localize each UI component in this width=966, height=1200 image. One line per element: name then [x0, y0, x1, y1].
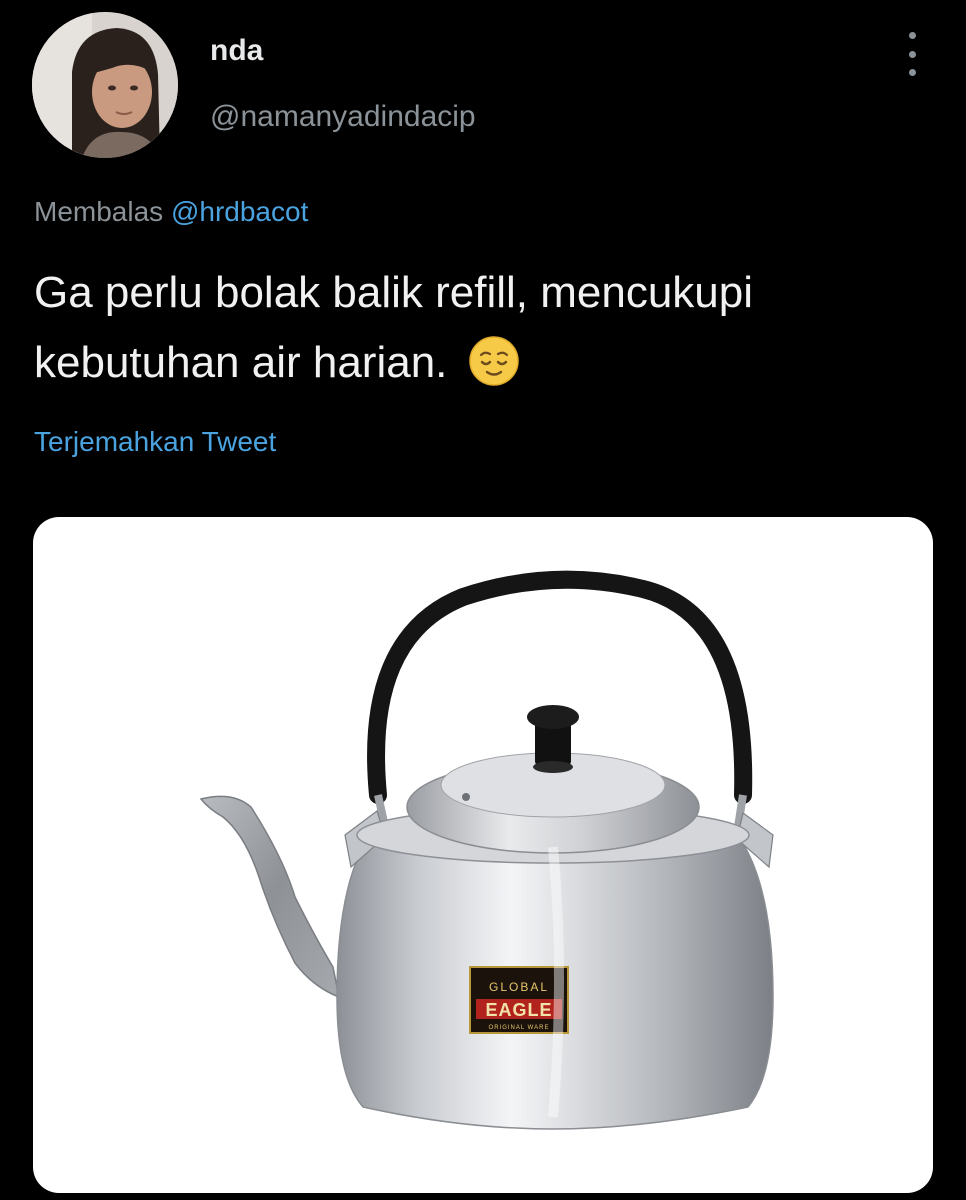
- display-name[interactable]: nda: [210, 34, 263, 68]
- translate-tweet-link[interactable]: Terjemahkan Tweet: [34, 426, 276, 458]
- more-dot-icon: [908, 69, 916, 76]
- more-dot-icon: [908, 50, 916, 58]
- tweet-body: Ga perlu bolak balik refill, mencukupi k…: [34, 258, 934, 398]
- avatar-photo: [32, 12, 178, 158]
- tweet-media-image[interactable]: GLOBAL EAGLE ORIGINAL WARE: [33, 517, 933, 1193]
- reply-prefix: Membalas: [34, 196, 164, 227]
- reply-mention-link[interactable]: @hrdbacot: [171, 196, 308, 227]
- reply-context: Membalas @hrdbacot: [34, 196, 308, 228]
- tweet-text: Ga perlu bolak balik refill, mencukupi k…: [34, 268, 754, 387]
- tweet-header: nda @namanyadindacip: [0, 0, 966, 170]
- more-dot-icon: [908, 32, 916, 39]
- kettle-label-main: EAGLE: [485, 1000, 552, 1020]
- kettle-label-top: GLOBAL: [489, 980, 549, 994]
- more-options-button[interactable]: [896, 32, 928, 76]
- avatar[interactable]: [32, 12, 178, 158]
- kettle-image: GLOBAL EAGLE ORIGINAL WARE: [199, 570, 774, 1130]
- relieved-face-icon: [468, 335, 520, 387]
- kettle-label-sub: ORIGINAL WARE: [489, 1025, 550, 1031]
- user-handle[interactable]: @namanyadindacip: [210, 100, 476, 134]
